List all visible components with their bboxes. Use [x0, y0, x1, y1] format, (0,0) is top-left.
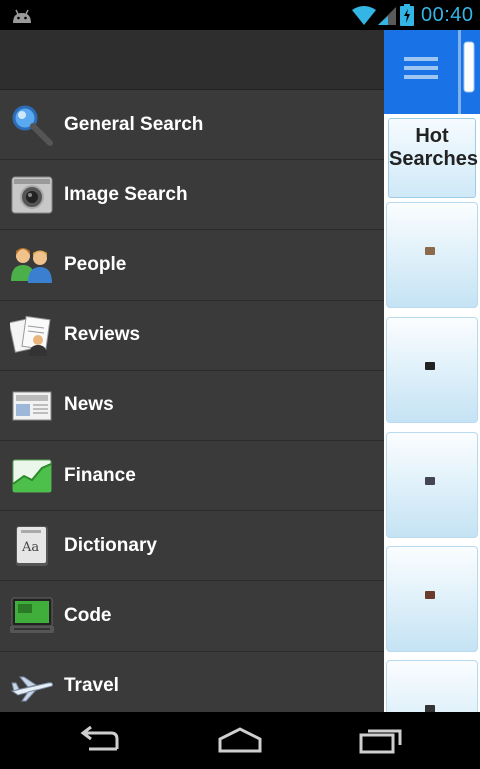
home-icon[interactable]: [217, 725, 263, 755]
hamburger-menu-icon[interactable]: [404, 55, 438, 81]
navigation-drawer: General Search Image Search People Revie…: [0, 30, 384, 712]
drawer-item-reviews[interactable]: Reviews: [0, 301, 384, 371]
hot-searches-button[interactable]: Hot Searches: [388, 118, 478, 198]
drawer-item-people[interactable]: People: [0, 230, 384, 301]
hot-searches-panel: Hot Searches: [384, 30, 480, 712]
hot-search-card[interactable]: [386, 317, 478, 423]
recent-apps-icon[interactable]: [358, 725, 404, 755]
hot-search-thumbnail: [425, 705, 435, 712]
status-clock: 00:40: [421, 4, 474, 26]
laptop-code-icon: [10, 597, 54, 634]
drawer-item-general-search[interactable]: General Search: [0, 90, 384, 161]
scroll-handle-icon[interactable]: [458, 30, 478, 114]
camera-icon: [11, 176, 53, 214]
system-navigation-bar: [0, 712, 480, 769]
hot-search-card[interactable]: [386, 546, 478, 652]
drawer-item-label: Finance: [64, 464, 136, 486]
drawer-item-dictionary[interactable]: Aa Dictionary: [0, 511, 384, 582]
hot-search-card[interactable]: [386, 432, 478, 538]
drawer-item-label: News: [64, 394, 114, 416]
drawer-item-label: Reviews: [64, 324, 141, 346]
drawer-item-news[interactable]: News: [0, 371, 384, 441]
drawer-item-label: People: [64, 253, 127, 275]
finance-chart-icon: [12, 459, 52, 493]
drawer-item-label: Image Search: [64, 183, 188, 205]
svg-text:Aa: Aa: [21, 540, 39, 555]
drawer-item-travel[interactable]: Travel: [0, 652, 384, 713]
reviews-icon: [10, 315, 51, 356]
drawer-item-label: Code: [64, 604, 112, 626]
battery-charging-icon: [400, 4, 414, 26]
airplane-icon: [10, 676, 53, 701]
drawer-item-label: General Search: [64, 113, 204, 135]
wifi-icon: [352, 6, 376, 25]
cell-signal-icon: [378, 7, 396, 25]
hot-search-card[interactable]: [386, 660, 478, 712]
drawer-header: [0, 30, 384, 90]
hot-search-thumbnail: [425, 477, 435, 485]
drawer-item-image-search[interactable]: Image Search: [0, 160, 384, 231]
hot-search-thumbnail: [425, 362, 435, 370]
drawer-item-label: Dictionary: [64, 534, 157, 556]
android-debug-icon: [13, 9, 31, 23]
drawer-item-finance[interactable]: Finance: [0, 441, 384, 512]
newspaper-icon: [12, 391, 52, 421]
people-icon: [11, 248, 52, 284]
magnifier-icon: [12, 105, 53, 146]
drawer-item-code[interactable]: Code: [0, 581, 384, 652]
side-top-bar: [384, 30, 480, 114]
status-bar: 00:40: [0, 0, 480, 30]
drawer-item-label: Travel: [64, 675, 119, 697]
back-icon[interactable]: [77, 725, 123, 755]
dictionary-book-icon: Aa: [16, 526, 48, 567]
hot-search-card[interactable]: [386, 202, 478, 308]
hot-search-thumbnail: [425, 247, 435, 255]
hot-searches-label: Hot Searches: [389, 125, 478, 170]
hot-search-thumbnail: [425, 591, 435, 599]
